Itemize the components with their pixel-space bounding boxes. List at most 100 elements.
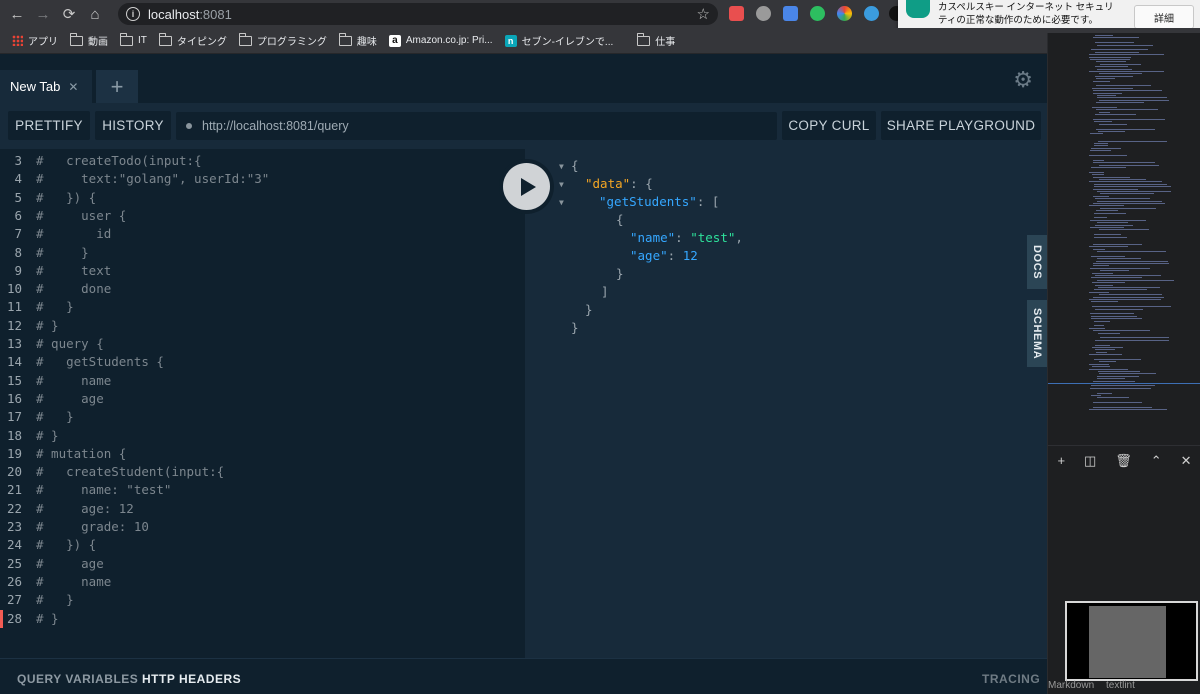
minimap-line: [1095, 260, 1168, 262]
editor-line[interactable]: 16 # age: [0, 390, 525, 408]
editor-line[interactable]: 25 # age: [0, 555, 525, 573]
split-icon[interactable]: ◫: [1084, 453, 1096, 469]
home-icon[interactable]: ⌂: [82, 0, 108, 28]
execute-query-button[interactable]: [499, 159, 554, 214]
bookmark-folder-work[interactable]: 仕事: [637, 32, 675, 48]
bookmark-folder-hobby[interactable]: 趣味: [338, 32, 377, 48]
bookmark-folder-it[interactable]: IT: [120, 32, 147, 46]
editor-line[interactable]: 4 # text:"golang", userId:"3": [0, 170, 525, 188]
chevron-up-icon[interactable]: ⌃: [1151, 453, 1162, 469]
schema-tab[interactable]: SCHEMA: [1027, 300, 1047, 367]
minimap-line: [1098, 131, 1125, 132]
query-variables-tab[interactable]: QUERY VARIABLES: [17, 672, 138, 686]
bookmark-folder-video[interactable]: 動画: [70, 32, 108, 48]
minimap-line: [1099, 164, 1160, 166]
line-number: 5: [14, 189, 22, 205]
editor-line[interactable]: 7 # id: [0, 225, 525, 243]
extension-strawberry-icon[interactable]: [729, 6, 744, 21]
minimap-line: [1090, 315, 1138, 317]
minimap-line: [1088, 171, 1104, 173]
share-playground-button[interactable]: SHARE PLAYGROUND: [881, 111, 1041, 140]
extension-evernote-icon[interactable]: [810, 6, 825, 21]
gear-icon[interactable]: ⚙: [1013, 67, 1033, 93]
editor-line[interactable]: 3 # createTodo(input:{: [0, 152, 525, 170]
minimap-cursor-line: [1048, 383, 1200, 384]
minimap-line: [1094, 289, 1148, 291]
tracing-tab[interactable]: TRACING: [982, 672, 1040, 686]
extension-translate-icon[interactable]: [783, 6, 798, 21]
trash-icon[interactable]: 🗑: [1115, 453, 1132, 469]
docs-tab[interactable]: DOCS: [1027, 235, 1047, 289]
editor-line[interactable]: 22 # age: 12: [0, 500, 525, 518]
editor-line[interactable]: 9 # text: [0, 262, 525, 280]
history-button[interactable]: HISTORY: [95, 111, 171, 140]
editor-line[interactable]: 8 # }: [0, 244, 525, 262]
forward-icon[interactable]: →: [30, 0, 56, 28]
notification-details-button[interactable]: 詳細: [1134, 5, 1194, 29]
editor-line[interactable]: 12 # }: [0, 317, 525, 335]
minimap-line: [1094, 284, 1114, 286]
linter-status[interactable]: textlint: [1106, 680, 1135, 691]
minimap[interactable]: [1088, 33, 1196, 413]
editor-line[interactable]: 19 # mutation {: [0, 445, 525, 463]
editor-line[interactable]: 5 # }) {: [0, 189, 525, 207]
editor-line[interactable]: 13 # query {: [0, 335, 525, 353]
editor-line[interactable]: 24 # }) {: [0, 536, 525, 554]
endpoint-input[interactable]: http://localhost:8081/query: [176, 112, 777, 140]
editor-line[interactable]: 27 # }: [0, 591, 525, 609]
url-port: :8081: [199, 6, 232, 22]
add-icon[interactable]: +: [1057, 453, 1065, 468]
editor-line[interactable]: 17 # }: [0, 408, 525, 426]
minimap-line: [1097, 378, 1126, 380]
bookmark-star-icon[interactable]: ☆: [697, 5, 710, 23]
address-bar[interactable]: i localhost:8081 ☆: [118, 3, 718, 25]
bookmark-seven-eleven[interactable]: n セブン-イレブンで...: [504, 33, 613, 48]
bookmark-folder-typing[interactable]: タイピング: [158, 32, 227, 48]
reload-icon[interactable]: ⟳: [56, 0, 82, 28]
minimap-line: [1098, 373, 1156, 375]
query-editor[interactable]: 3 # createTodo(input:{4 # text:"golang", u…: [0, 149, 525, 658]
prettify-button[interactable]: PRETTIFY: [8, 111, 90, 140]
extension-color-icon[interactable]: [837, 6, 852, 21]
editor-line[interactable]: 10 # done: [0, 280, 525, 298]
bookmark-apps[interactable]: アプリ: [12, 33, 58, 48]
line-number: 12: [6, 317, 22, 333]
editor-line[interactable]: 26 # name: [0, 573, 525, 591]
bookmark-amazon[interactable]: a Amazon.co.jp: Pri...: [388, 34, 493, 47]
minimap-line: [1089, 409, 1167, 411]
extension-abp-icon[interactable]: [756, 6, 771, 21]
language-mode[interactable]: Markdown: [1048, 680, 1094, 691]
minimap-line: [1089, 313, 1134, 315]
minimap-line: [1092, 282, 1126, 284]
close-icon[interactable]: ✕: [68, 80, 78, 94]
minimap-line: [1093, 195, 1109, 197]
code-text: # }) {: [36, 537, 97, 553]
editor-line[interactable]: 11 # }: [0, 298, 525, 316]
code-text: # }: [36, 244, 89, 260]
close-icon[interactable]: ✕: [1181, 453, 1192, 469]
editor-line[interactable]: 20 # createStudent(input:{: [0, 463, 525, 481]
extension-blue-icon[interactable]: [864, 6, 879, 21]
window-preview[interactable]: [1065, 601, 1198, 681]
minimap-line: [1099, 207, 1156, 209]
http-headers-tab[interactable]: HTTP HEADERS: [142, 672, 241, 686]
minimap-line: [1093, 320, 1111, 322]
editor-line[interactable]: 18 # }: [0, 427, 525, 445]
minimap-line: [1094, 35, 1113, 36]
bookmark-folder-programming[interactable]: プログラミング: [238, 32, 327, 48]
tab-new-tab[interactable]: New Tab ✕: [0, 70, 92, 103]
editor-line[interactable]: 6 # user {: [0, 207, 525, 225]
editor-line[interactable]: 15 # name: [0, 372, 525, 390]
editor-line[interactable]: 21 # name: "test": [0, 481, 525, 499]
editor-line[interactable]: 14 # getStudents {: [0, 353, 525, 371]
copy-curl-button[interactable]: COPY CURL: [782, 111, 876, 140]
info-icon[interactable]: i: [126, 7, 140, 21]
minimap-line: [1098, 332, 1121, 334]
line-number: 18: [6, 427, 22, 443]
minimap-line: [1093, 325, 1104, 327]
minimap-line: [1094, 212, 1127, 214]
editor-line[interactable]: 23 # grade: 10: [0, 518, 525, 536]
editor-line[interactable]: 28 # }: [0, 610, 525, 628]
back-icon[interactable]: ←: [4, 0, 30, 28]
add-tab-button[interactable]: +: [96, 70, 138, 103]
